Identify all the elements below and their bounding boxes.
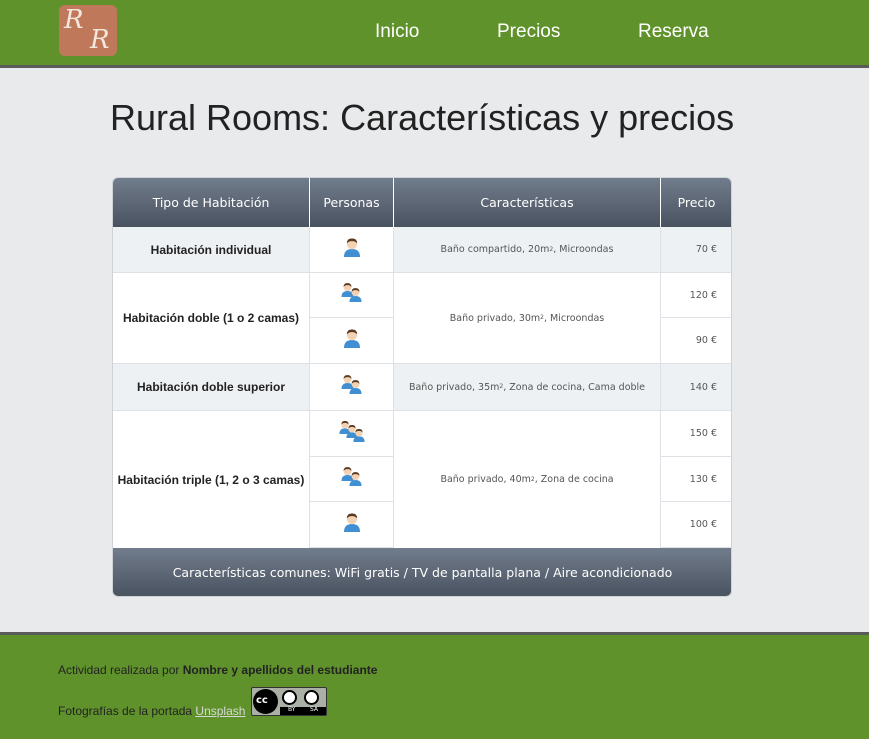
price-cell: 90 € xyxy=(661,318,731,364)
persons-cell xyxy=(310,318,394,364)
price-cell: 150 € xyxy=(661,411,731,457)
unsplash-link[interactable]: Unsplash xyxy=(195,704,245,718)
features-rest: , Microondas xyxy=(553,244,614,255)
cc-label-bar: BY SA xyxy=(280,706,326,715)
prices-table: Tipo de Habitación Personas Característi… xyxy=(112,177,732,597)
room-features: Baño privado, 35m 2, Zona de cocina, Cama… xyxy=(394,364,661,411)
price-cell: 70 € xyxy=(661,227,731,273)
header-caracteristicas: Características xyxy=(394,178,661,227)
room-features: Baño privado, 30m 2, Microondas xyxy=(394,273,661,364)
room-name: Habitación individual xyxy=(113,227,310,273)
price-cell: 100 € xyxy=(661,502,731,548)
price-cell: 130 € xyxy=(661,457,731,502)
header-personas: Personas xyxy=(310,178,394,227)
price-cell: 120 € xyxy=(661,273,731,318)
credit-prefix: Actividad realizada por xyxy=(58,663,183,677)
sa-icon xyxy=(304,690,319,705)
room-name: Habitación doble (1 o 2 camas) xyxy=(113,273,310,364)
features-rest: , Zona de cocina, Cama doble xyxy=(503,381,646,393)
persons-icon xyxy=(338,420,366,448)
header: R R Inicio Precios Reserva xyxy=(0,0,869,68)
features-rest: , Zona de cocina xyxy=(534,474,614,485)
features-text: Baño privado, 35m xyxy=(408,381,500,393)
by-label: BY xyxy=(288,706,296,713)
price-cell: 140 € xyxy=(661,364,731,411)
student-name: Nombre y apellidos del estudiante xyxy=(182,663,378,677)
logo[interactable]: R R xyxy=(59,5,117,56)
logo-letter-bottom: R xyxy=(90,25,110,55)
room-name: Habitación doble superior xyxy=(113,364,310,411)
room-features: Baño privado, 40m 2, Zona de cocina xyxy=(394,411,661,548)
photos-prefix: Fotografías de la portada xyxy=(58,704,196,718)
table-footer: Características comunes: WiFi gratis / T… xyxy=(113,548,731,596)
page-title: Rural Rooms: Características y precios xyxy=(110,97,735,138)
features-text: Baño privado, 40m xyxy=(440,474,531,485)
cc-icon: cc xyxy=(253,689,278,714)
persons-cell xyxy=(310,273,394,318)
nav-inicio[interactable]: Inicio xyxy=(375,21,419,43)
persons-cell xyxy=(310,227,394,273)
nav-precios[interactable]: Precios xyxy=(497,21,560,43)
persons-icon xyxy=(340,282,364,308)
persons-icon xyxy=(340,374,364,400)
logo-letter-top: R xyxy=(64,5,84,35)
persons-cell xyxy=(310,364,394,411)
header-tipo: Tipo de Habitación xyxy=(113,178,310,227)
cc-by-sa-icon[interactable]: cc BY SA xyxy=(251,687,327,716)
persons-cell xyxy=(310,411,394,457)
credit-line: Actividad realizada por Nombre y apellid… xyxy=(58,663,377,677)
persons-cell xyxy=(310,502,394,548)
nav-reserva[interactable]: Reserva xyxy=(638,21,709,43)
cc-text: cc xyxy=(256,695,268,706)
header-precio: Precio xyxy=(661,178,731,227)
photo-credit-line: Fotografías de la portada Unsplash xyxy=(58,704,245,718)
sa-label: SA xyxy=(310,706,319,713)
room-features: Baño compartido, 20m 2, Microondas xyxy=(394,227,661,273)
by-icon xyxy=(282,690,297,705)
features-text: Baño compartido, 20m xyxy=(440,244,550,255)
page-footer: Actividad realizada por Nombre y apellid… xyxy=(0,632,869,739)
persons-cell xyxy=(310,457,394,502)
features-text: Baño privado, 30m xyxy=(449,312,541,324)
person-icon xyxy=(342,328,362,354)
features-rest: , Microondas xyxy=(544,312,605,324)
person-icon xyxy=(342,512,362,538)
person-icon xyxy=(342,237,362,263)
persons-icon xyxy=(340,466,364,492)
room-name: Habitación triple (1, 2 o 3 camas) xyxy=(113,411,310,548)
